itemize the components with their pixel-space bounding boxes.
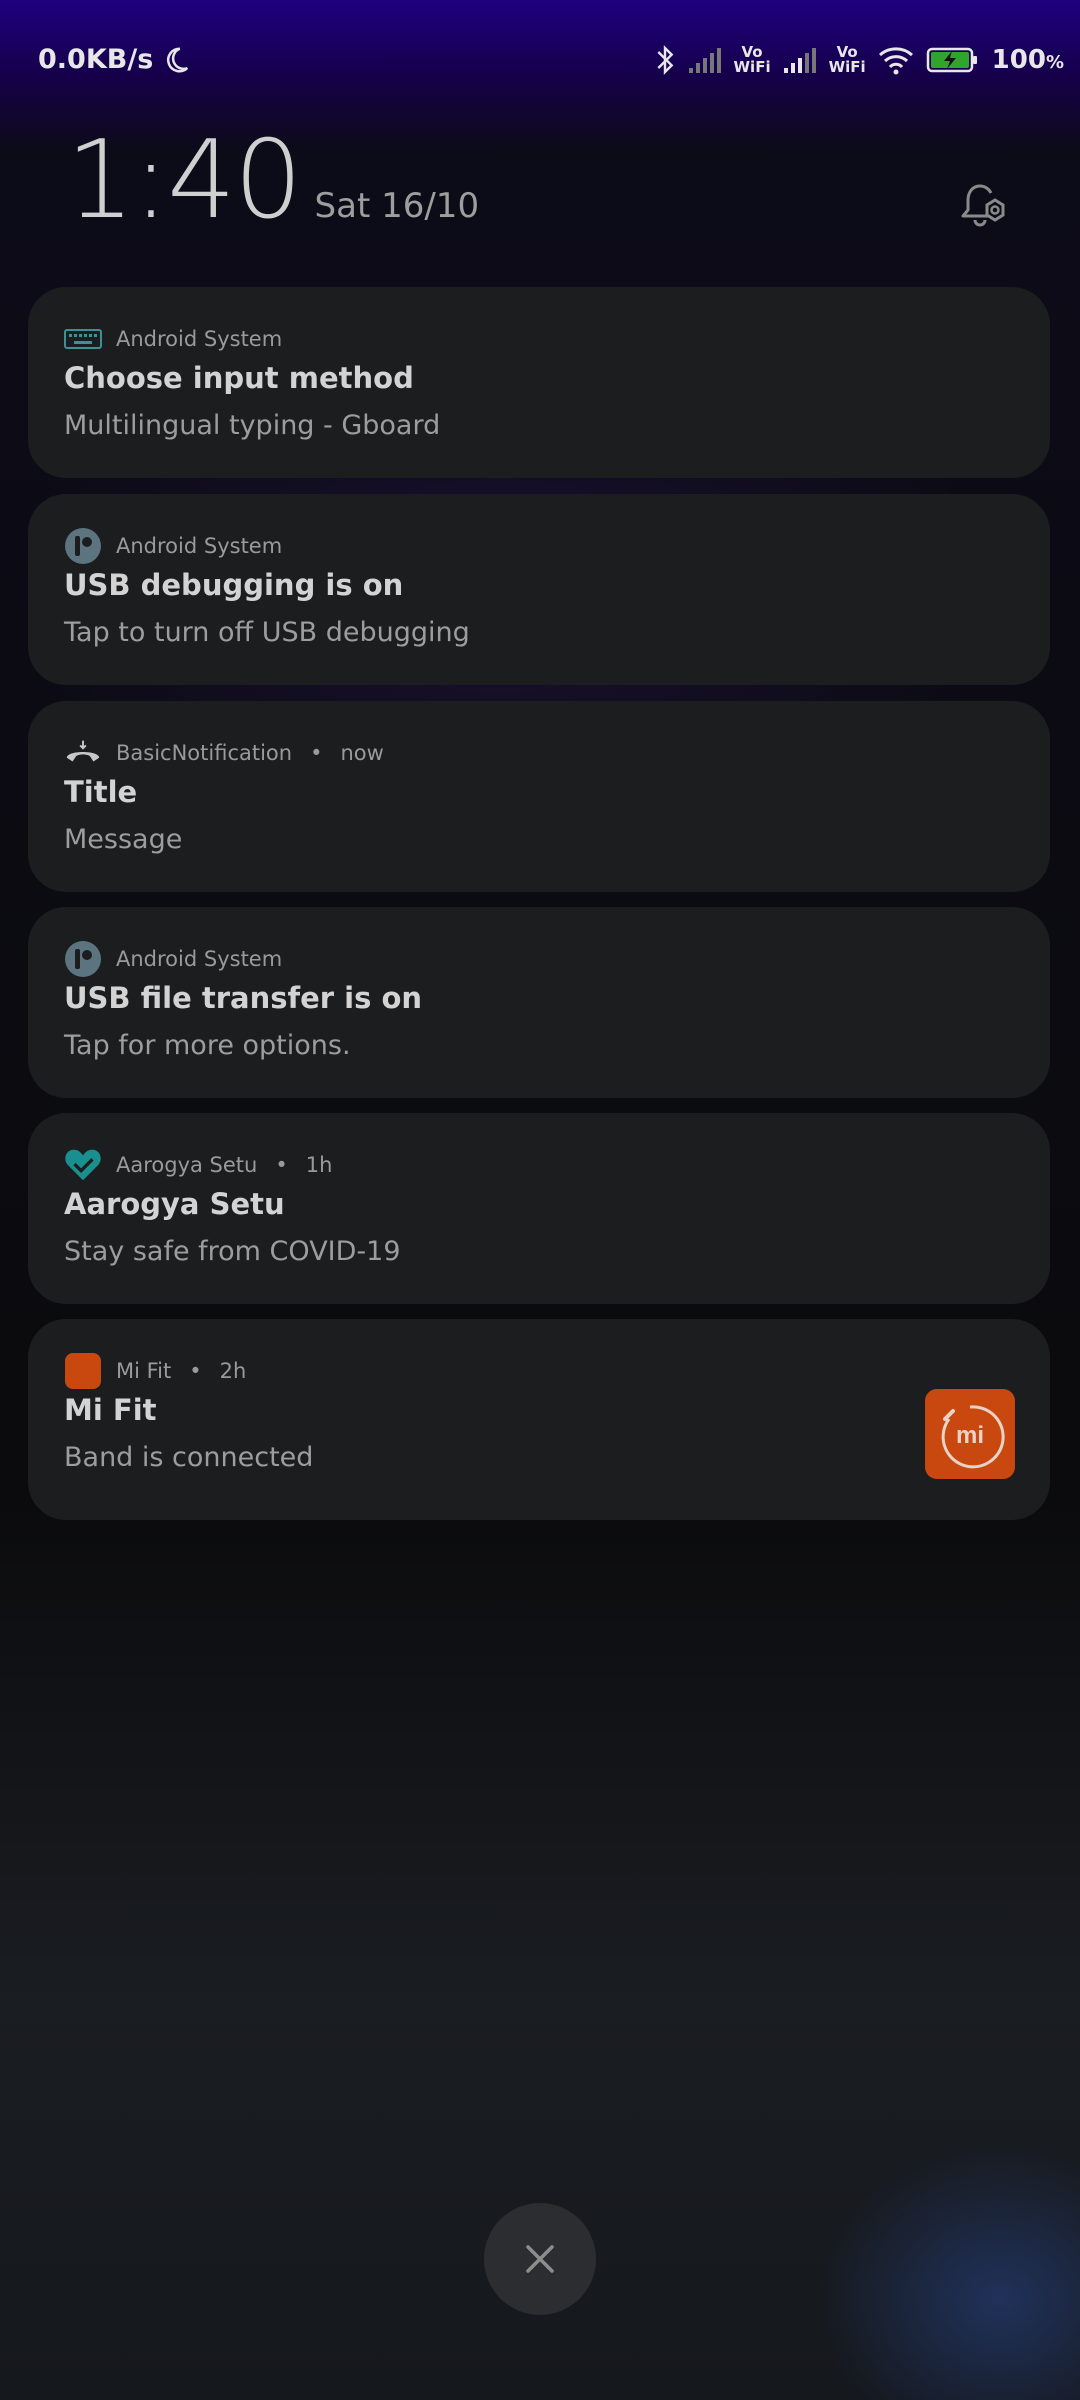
mi-fit-logo: mi <box>925 1389 1015 1479</box>
status-right: Vo WiFi Vo WiFi 100% <box>654 44 1064 76</box>
vowifi-badge: Vo WiFi <box>733 43 771 76</box>
battery-charging-icon <box>926 47 977 73</box>
battery-percentage: 100% <box>991 45 1064 75</box>
notification-card[interactable]: Mi Fit • 2h Mi Fit Band is connected mi <box>28 1319 1050 1520</box>
android-system-icon <box>64 940 102 978</box>
status-bar: 0.0KB/s Vo WiFi Vo WiFi 100% <box>0 0 1080 130</box>
notification-message: Multilingual typing - Gboard <box>64 410 441 441</box>
notification-header: Aarogya Setu • 1h <box>64 1146 332 1184</box>
moon-icon <box>167 46 189 72</box>
heart-check-icon <box>64 1146 102 1184</box>
notification-app-name: BasicNotification <box>116 741 293 765</box>
wifi-icon <box>878 47 913 75</box>
clock-time: 1:40 <box>66 118 303 243</box>
notification-app-name: Aarogya Setu <box>116 1153 258 1177</box>
notification-title: Mi Fit <box>64 1393 157 1427</box>
notification-app-name: Android System <box>116 534 283 558</box>
notification-title: USB file transfer is on <box>64 981 423 1015</box>
network-speed: 0.0KB/s <box>38 44 154 75</box>
android-system-icon <box>64 527 102 565</box>
lockscreen-clock: 1:40 Sat 16/10 <box>66 118 479 243</box>
signal-strength-icon <box>783 48 816 73</box>
notification-header: Android System <box>64 320 282 358</box>
separator-dot: • <box>310 741 323 765</box>
keyboard-icon <box>64 320 102 358</box>
notification-header: Mi Fit • 2h <box>64 1352 246 1390</box>
notification-card[interactable]: BasicNotification • now Title Message <box>28 701 1050 892</box>
notification-time: 1h <box>305 1153 333 1177</box>
notification-title: Choose input method <box>64 361 414 395</box>
notification-message: Stay safe from COVID-19 <box>64 1236 401 1267</box>
clear-all-button[interactable] <box>484 2203 596 2315</box>
mi-logo-text: mi <box>956 1422 984 1449</box>
notification-header: Android System <box>64 940 282 978</box>
notification-message: Tap to turn off USB debugging <box>64 617 470 648</box>
notification-header: Android System <box>64 527 282 565</box>
notification-title: USB debugging is on <box>64 568 404 602</box>
mi-fit-icon <box>64 1352 102 1390</box>
notification-message: Band is connected <box>64 1442 314 1473</box>
notification-app-name: Android System <box>116 327 283 351</box>
separator-dot: • <box>275 1153 288 1177</box>
notification-card[interactable]: Android System USB file transfer is on T… <box>28 907 1050 1098</box>
status-left: 0.0KB/s <box>38 44 191 75</box>
separator-dot: • <box>189 1359 202 1383</box>
notification-card[interactable]: Android System Choose input method Multi… <box>28 287 1050 478</box>
bell-settings-icon <box>961 184 1005 227</box>
notification-app-name: Mi Fit <box>116 1359 172 1383</box>
clock-date: Sat 16/10 <box>314 186 480 226</box>
call-end-icon <box>64 734 102 772</box>
vowifi-badge: Vo WiFi <box>828 43 866 76</box>
bluetooth-icon <box>657 45 673 75</box>
notification-header: BasicNotification • now <box>64 734 384 772</box>
notification-title: Title <box>64 775 138 809</box>
notification-message: Tap for more options. <box>64 1030 351 1061</box>
notification-app-name: Android System <box>116 947 283 971</box>
notification-card[interactable]: Aarogya Setu • 1h Aarogya Setu Stay safe… <box>28 1113 1050 1304</box>
signal-strength-icon <box>688 48 721 73</box>
notification-time: now <box>340 741 384 765</box>
notification-title: Aarogya Setu <box>64 1187 285 1221</box>
close-icon <box>526 2245 554 2273</box>
notification-settings-button[interactable] <box>958 178 1010 230</box>
notification-message: Message <box>64 824 183 855</box>
notification-card[interactable]: Android System USB debugging is on Tap t… <box>28 494 1050 685</box>
notification-time: 2h <box>219 1359 247 1383</box>
